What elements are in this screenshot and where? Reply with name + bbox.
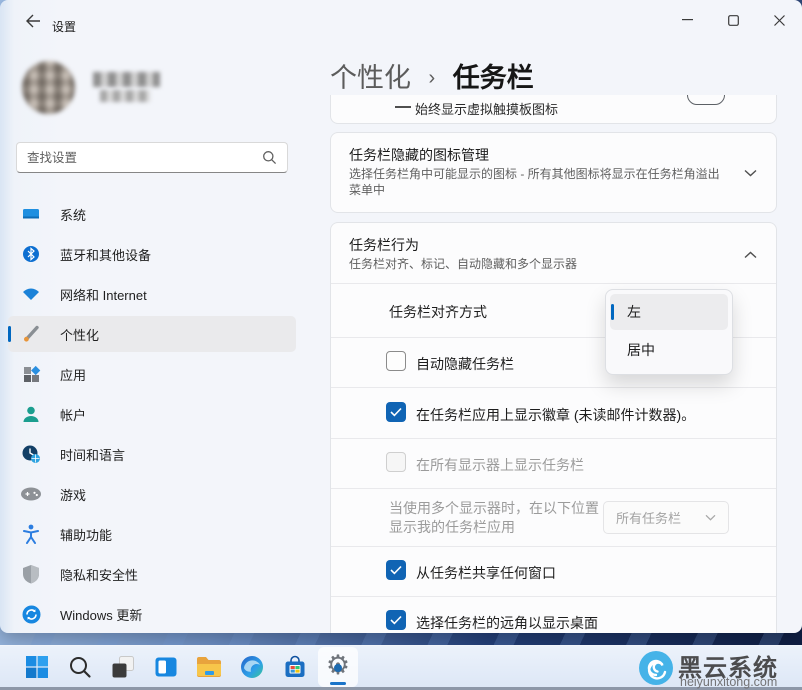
sidebar-item-network[interactable]: 网络和 Internet [8,276,296,312]
widgets-icon [154,655,178,679]
taskbar-behaviors-card: 任务栏行为 任务栏对齐、标记、自动隐藏和多个显示器 任务栏对齐方式 自动隐藏任务… [330,222,777,633]
sidebar-item-privacy[interactable]: 隐私和安全性 [8,556,296,592]
user-email-redacted [100,90,150,102]
store-icon [283,655,307,679]
badge-row[interactable]: 在任务栏应用上显示徽章 (未读邮件计数器)。 [331,387,776,438]
titlebar: 设置 [0,0,802,40]
behaviors-title: 任务栏行为 [349,235,419,255]
sidebar-item-bluetooth[interactable]: 蓝牙和其他设备 [8,236,296,272]
virtual-touchpad-label: 始终显示虚拟触摸板图标 [415,99,558,118]
icon-management-card[interactable]: 任务栏隐藏的图标管理 选择任务栏角中可能显示的图标 - 所有其他图标将显示在任务… [330,132,777,213]
chevron-down-icon [705,514,716,521]
icon-management-title: 任务栏隐藏的图标管理 [349,145,489,165]
maximize-button[interactable] [717,8,749,32]
file-explorer-button[interactable] [189,647,229,687]
badge-checkbox[interactable] [386,402,406,422]
time-language-icon [20,443,42,465]
flyout-option-left[interactable]: 左 [610,294,728,330]
maximize-icon [728,15,739,26]
page-title: 任务栏 [453,63,534,93]
close-icon [774,15,785,26]
apps-icon [20,363,42,385]
sidebar-item-accounts[interactable]: 帐户 [8,396,296,432]
all-displays-checkbox [386,452,406,472]
icon-management-subtitle: 选择任务栏角中可能显示的图标 - 所有其他图标将显示在任务栏角溢出菜单中 [349,166,731,198]
privacy-shield-icon [20,563,42,585]
windows-update-icon [20,603,42,625]
settings-search[interactable] [16,142,288,173]
search-input[interactable] [27,151,262,165]
share-window-row[interactable]: 从任务栏共享任何窗口 [331,546,776,596]
breadcrumb-separator-icon: › [419,67,446,89]
back-button[interactable] [20,10,46,32]
close-button[interactable] [763,8,795,32]
sidebar-item-personalization[interactable]: 个性化 [8,316,296,352]
user-name-redacted [93,72,160,87]
task-view-button[interactable] [103,647,143,687]
autohide-checkbox[interactable] [386,351,406,371]
user-avatar[interactable] [22,61,75,114]
wifi-icon [20,283,42,305]
widgets-button[interactable] [146,647,186,687]
touchpad-icon [395,106,411,108]
accounts-person-icon [20,403,42,425]
watermark-logo-icon [638,650,674,686]
minimize-button[interactable] [671,8,703,32]
window-title: 设置 [52,18,76,35]
chevron-up-icon[interactable] [740,245,760,265]
multi-monitor-row: 当使用多个显示器时，在以下位置显示我的任务栏应用 所有任务栏 [331,488,776,546]
microsoft-store-button[interactable] [275,647,315,687]
system-icon [20,203,42,225]
back-arrow-icon [25,14,41,28]
all-displays-label: 在所有显示器上显示任务栏 [416,455,584,475]
start-button[interactable] [17,647,57,687]
far-corner-row[interactable]: 选择任务栏的远角以显示桌面 [331,596,776,633]
multi-monitor-dropdown: 所有任务栏 [603,501,729,534]
multi-monitor-label: 当使用多个显示器时，在以下位置显示我的任务栏应用 [389,499,601,537]
share-window-checkbox[interactable] [386,560,406,580]
personalization-brush-icon [20,323,42,345]
search-icon [262,150,277,165]
sidebar-item-accessibility[interactable]: 辅助功能 [8,516,296,552]
watermark-url: heiyunxitong.com [680,675,777,689]
behaviors-subtitle: 任务栏对齐、标记、自动隐藏和多个显示器 [349,256,731,272]
file-explorer-icon [196,656,222,678]
breadcrumb-parent[interactable]: 个性化 [330,63,411,93]
chevron-down-icon[interactable] [740,163,760,183]
sidebar-nav: 系统 蓝牙和其他设备 网络和 Internet 个性化 应用 帐户 [8,196,296,633]
taskbar-search-button[interactable] [60,647,100,687]
virtual-touchpad-card: 始终显示虚拟触摸板图标 [330,95,777,124]
sidebar-item-system[interactable]: 系统 [8,196,296,232]
edge-browser-button[interactable] [232,647,272,687]
all-displays-row: 在所有显示器上显示任务栏 [331,438,776,488]
search-icon [68,655,92,679]
windows-start-icon [25,655,49,679]
bluetooth-icon [20,243,42,265]
badge-label: 在任务栏应用上显示徽章 (未读邮件计数器)。 [416,405,695,425]
gear-center-dot [334,664,342,672]
sidebar-item-time-language[interactable]: 时间和语言 [8,436,296,472]
far-corner-label: 选择任务栏的远角以显示桌面 [416,613,598,633]
sidebar-item-gaming[interactable]: 游戏 [8,476,296,512]
edge-icon [240,655,264,679]
far-corner-checkbox[interactable] [386,610,406,630]
autohide-label: 自动隐藏任务栏 [416,354,514,374]
multi-monitor-value: 所有任务栏 [616,508,705,527]
minimize-icon [682,19,693,21]
toggle-clip [687,95,727,108]
alignment-flyout: 左 居中 [605,289,733,375]
breadcrumb: 个性化 › 任务栏 [330,56,534,95]
sidebar-item-apps[interactable]: 应用 [8,356,296,392]
gaming-controller-icon [20,483,42,505]
sidebar-item-windows-update[interactable]: Windows 更新 [8,596,296,632]
task-view-icon [111,655,135,679]
watermark: 黑云系统 heiyunxitong.com [638,648,802,690]
flyout-option-center[interactable]: 居中 [610,332,728,368]
accessibility-icon [20,523,42,545]
alignment-label: 任务栏对齐方式 [389,302,487,322]
settings-taskbar-button[interactable]: ⚙ [318,647,358,687]
toggle-switch[interactable] [687,95,725,105]
share-window-label: 从任务栏共享任何窗口 [416,563,556,583]
